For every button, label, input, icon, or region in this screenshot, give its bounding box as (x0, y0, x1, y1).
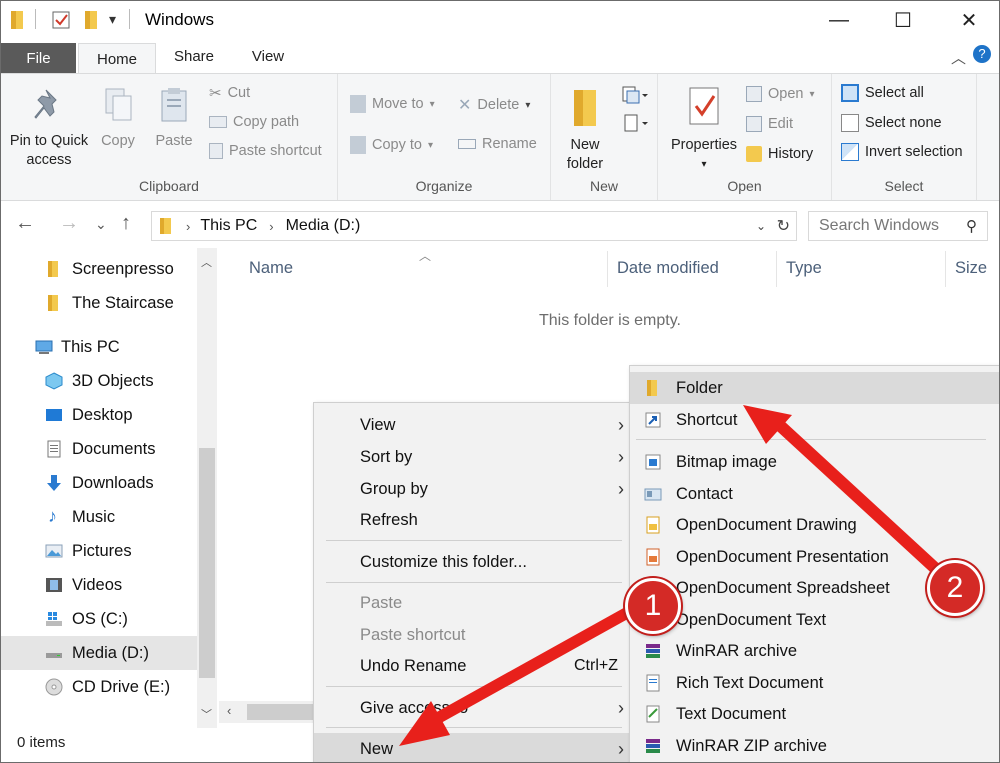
explorer-window: ▾ Windows — ☐ ✕ File Home Share View ︿ ?… (0, 0, 1000, 763)
annotation-arrows (399, 405, 959, 746)
arrow-1-head (399, 701, 450, 746)
arrow-1-shaft (435, 595, 653, 723)
arrow-2-shaft (777, 422, 959, 591)
step-2-badge: 2 (927, 560, 983, 616)
step-1-badge: 1 (625, 578, 681, 634)
